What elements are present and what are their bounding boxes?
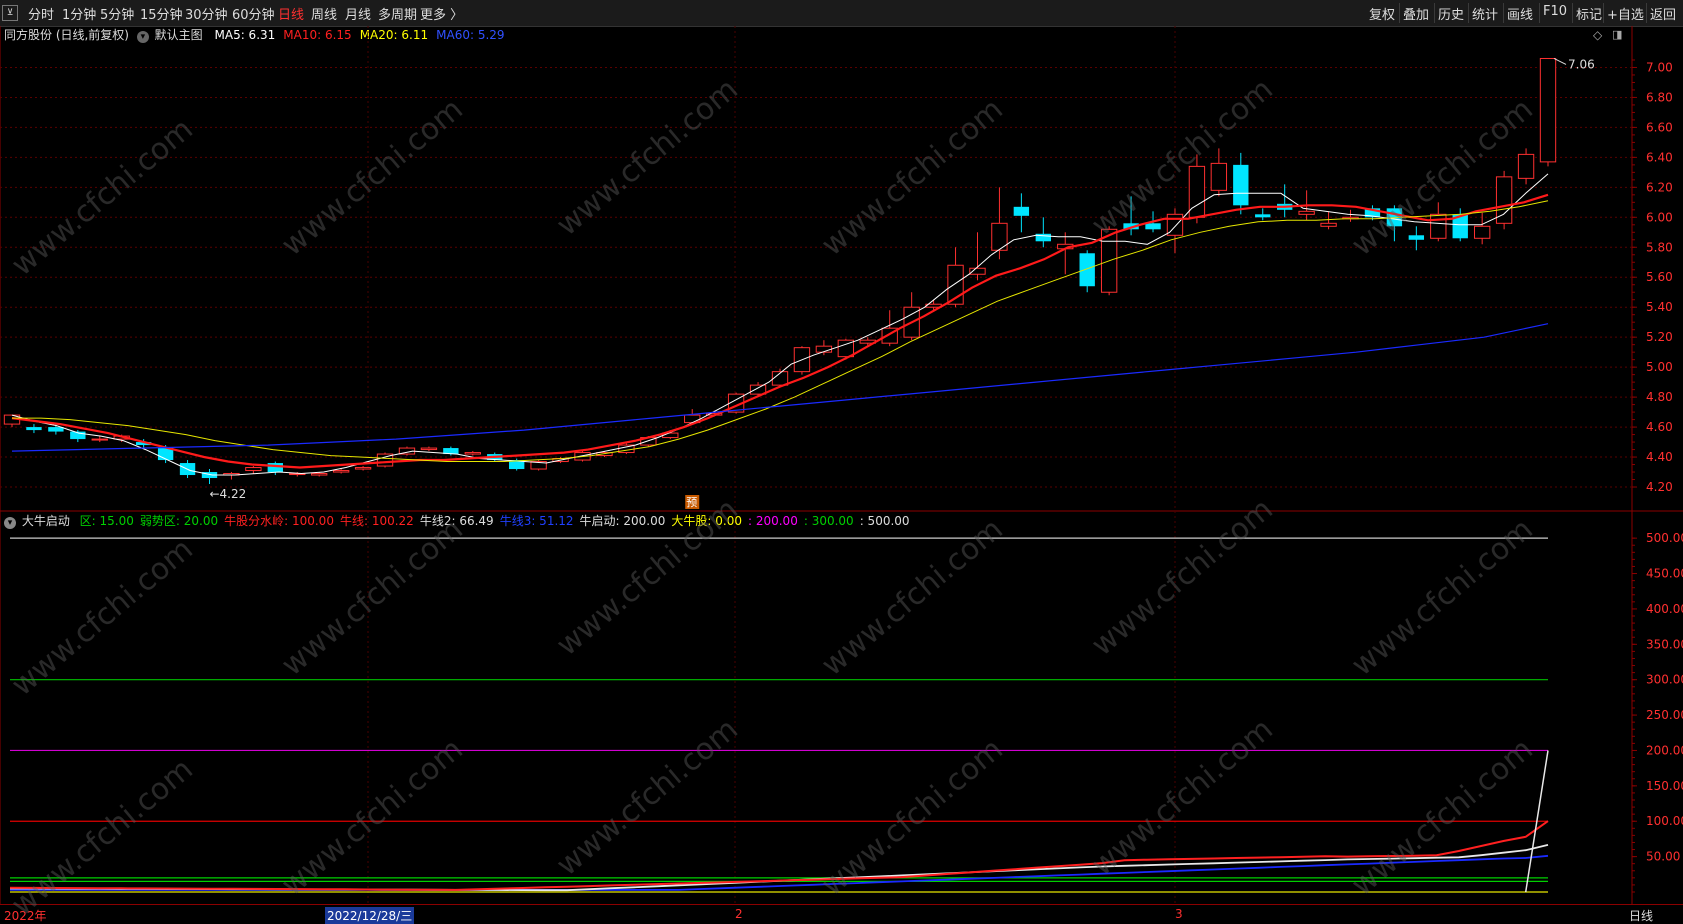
candle-body-46 <box>1013 206 1030 216</box>
main-y-tick-label-6: 5.80 <box>1646 240 1673 254</box>
candle-body-4 <box>91 438 108 441</box>
x-label-feb: 2 <box>735 907 743 921</box>
indicator-param-2: 牛股分水岭: 100.00 <box>224 514 334 528</box>
main-y-tick-label-1: 6.80 <box>1646 90 1673 104</box>
candle-body-19 <box>420 447 438 451</box>
candle-body-60 <box>1320 222 1337 227</box>
candle-body-15 <box>332 470 350 473</box>
ind-y-tick-label-6: 200.00 <box>1646 743 1683 757</box>
candle-body-52 <box>1145 223 1161 230</box>
indicator-param-0: 区: 15.00 <box>79 514 134 528</box>
main-y-tick-label-7: 5.60 <box>1646 270 1673 284</box>
main-y-tick-label-11: 4.80 <box>1646 390 1673 404</box>
candle-body-54 <box>1188 165 1206 218</box>
indicator-param-6: 牛启动: 200.00 <box>579 514 666 528</box>
candle-body-12 <box>267 463 283 473</box>
candle-body-70 <box>1539 57 1557 163</box>
candle-body-16 <box>354 467 372 470</box>
main-y-tick-label-3: 6.40 <box>1646 150 1673 164</box>
indicator-param-8: : 200.00 <box>747 514 798 528</box>
main-y-tick-label-0: 7.00 <box>1646 60 1673 74</box>
low-price-label: ←4.22 <box>209 487 246 501</box>
indicator-params: 区: 15.00 弱势区: 20.00 牛股分水岭: 100.00 牛线: 100.2… <box>74 514 910 528</box>
candle-body-55 <box>1210 162 1228 191</box>
candle-body-65 <box>1430 213 1447 239</box>
ind-y-tick-label-9: 50.00 <box>1646 850 1680 864</box>
candle-body-64 <box>1408 235 1425 240</box>
candle-body-2 <box>48 427 64 432</box>
indicator-param-5: 牛线3: 51.12 <box>499 514 574 528</box>
ind-line-niu <box>9 820 1549 891</box>
ma-line-ma5 <box>11 173 1549 476</box>
candle-body-11 <box>245 467 262 472</box>
candle-body-14 <box>311 473 328 476</box>
ind-y-tick-label-7: 150.00 <box>1646 779 1683 793</box>
ma-line-ma20 <box>12 200 1549 462</box>
marker-label: 预 <box>686 496 697 509</box>
main-y-tick-label-4: 6.20 <box>1646 180 1673 194</box>
main-y-tick-label-9: 5.20 <box>1646 330 1673 344</box>
main-y-tick-label-2: 6.60 <box>1646 120 1673 134</box>
candle-body-57 <box>1255 214 1271 218</box>
main-y-tick-label-12: 4.60 <box>1646 420 1673 434</box>
candle-body-59 <box>1298 210 1315 215</box>
candle-body-1 <box>26 427 42 431</box>
candle-body-47 <box>1035 233 1051 242</box>
x-label-mar: 3 <box>1175 907 1183 921</box>
candle-body-21 <box>464 452 481 455</box>
ind-y-tick-label-3: 350.00 <box>1646 637 1683 651</box>
x-label-cursor-date: 2022/12/28/三 <box>325 907 415 924</box>
x-axis: 2022年 2022/12/28/三 2 3 日线 <box>0 904 1683 924</box>
candle-body-56 <box>1233 164 1249 206</box>
main-y-tick-label-13: 4.40 <box>1646 450 1673 464</box>
period-label[interactable]: 日线 <box>1629 907 1653 924</box>
ind-y-tick-label-1: 450.00 <box>1646 567 1683 581</box>
main-y-tick-label-8: 5.40 <box>1646 300 1673 314</box>
indicator-name[interactable]: 大牛启动 <box>22 514 70 528</box>
ind-y-tick-label-0: 500.00 <box>1646 531 1683 545</box>
indicator-param-1: 弱势区: 20.00 <box>139 514 219 528</box>
candle-body-69 <box>1517 153 1535 179</box>
indicator-param-3: 牛线: 100.22 <box>339 514 414 528</box>
ind-y-tick-label-5: 250.00 <box>1646 708 1683 722</box>
ind-y-tick-label-8: 100.00 <box>1646 814 1683 828</box>
indicator-toggle-icon[interactable]: ▾ <box>4 517 16 529</box>
candle-body-49 <box>1079 253 1095 287</box>
chart-canvas[interactable]: 7.00 6.80 6.60 6.40 6.20 6.00 5.80 5.60 5.40 5.20… <box>0 0 1683 923</box>
high-price-label: 7.06 <box>1568 57 1595 71</box>
ind-y-tick-label-4: 300.00 <box>1646 673 1683 687</box>
main-y-tick-label-14: 4.20 <box>1646 480 1673 494</box>
indicator-param-10: : 500.00 <box>859 514 910 528</box>
main-y-tick-label-5: 6.00 <box>1646 210 1673 224</box>
indicator-param-9: : 300.00 <box>803 514 854 528</box>
candle-body-67 <box>1473 225 1491 239</box>
main-y-tick-label-10: 5.00 <box>1646 360 1673 374</box>
ind-y-tick-label-2: 400.00 <box>1646 602 1683 616</box>
ind-line-niu2 <box>10 844 1549 892</box>
